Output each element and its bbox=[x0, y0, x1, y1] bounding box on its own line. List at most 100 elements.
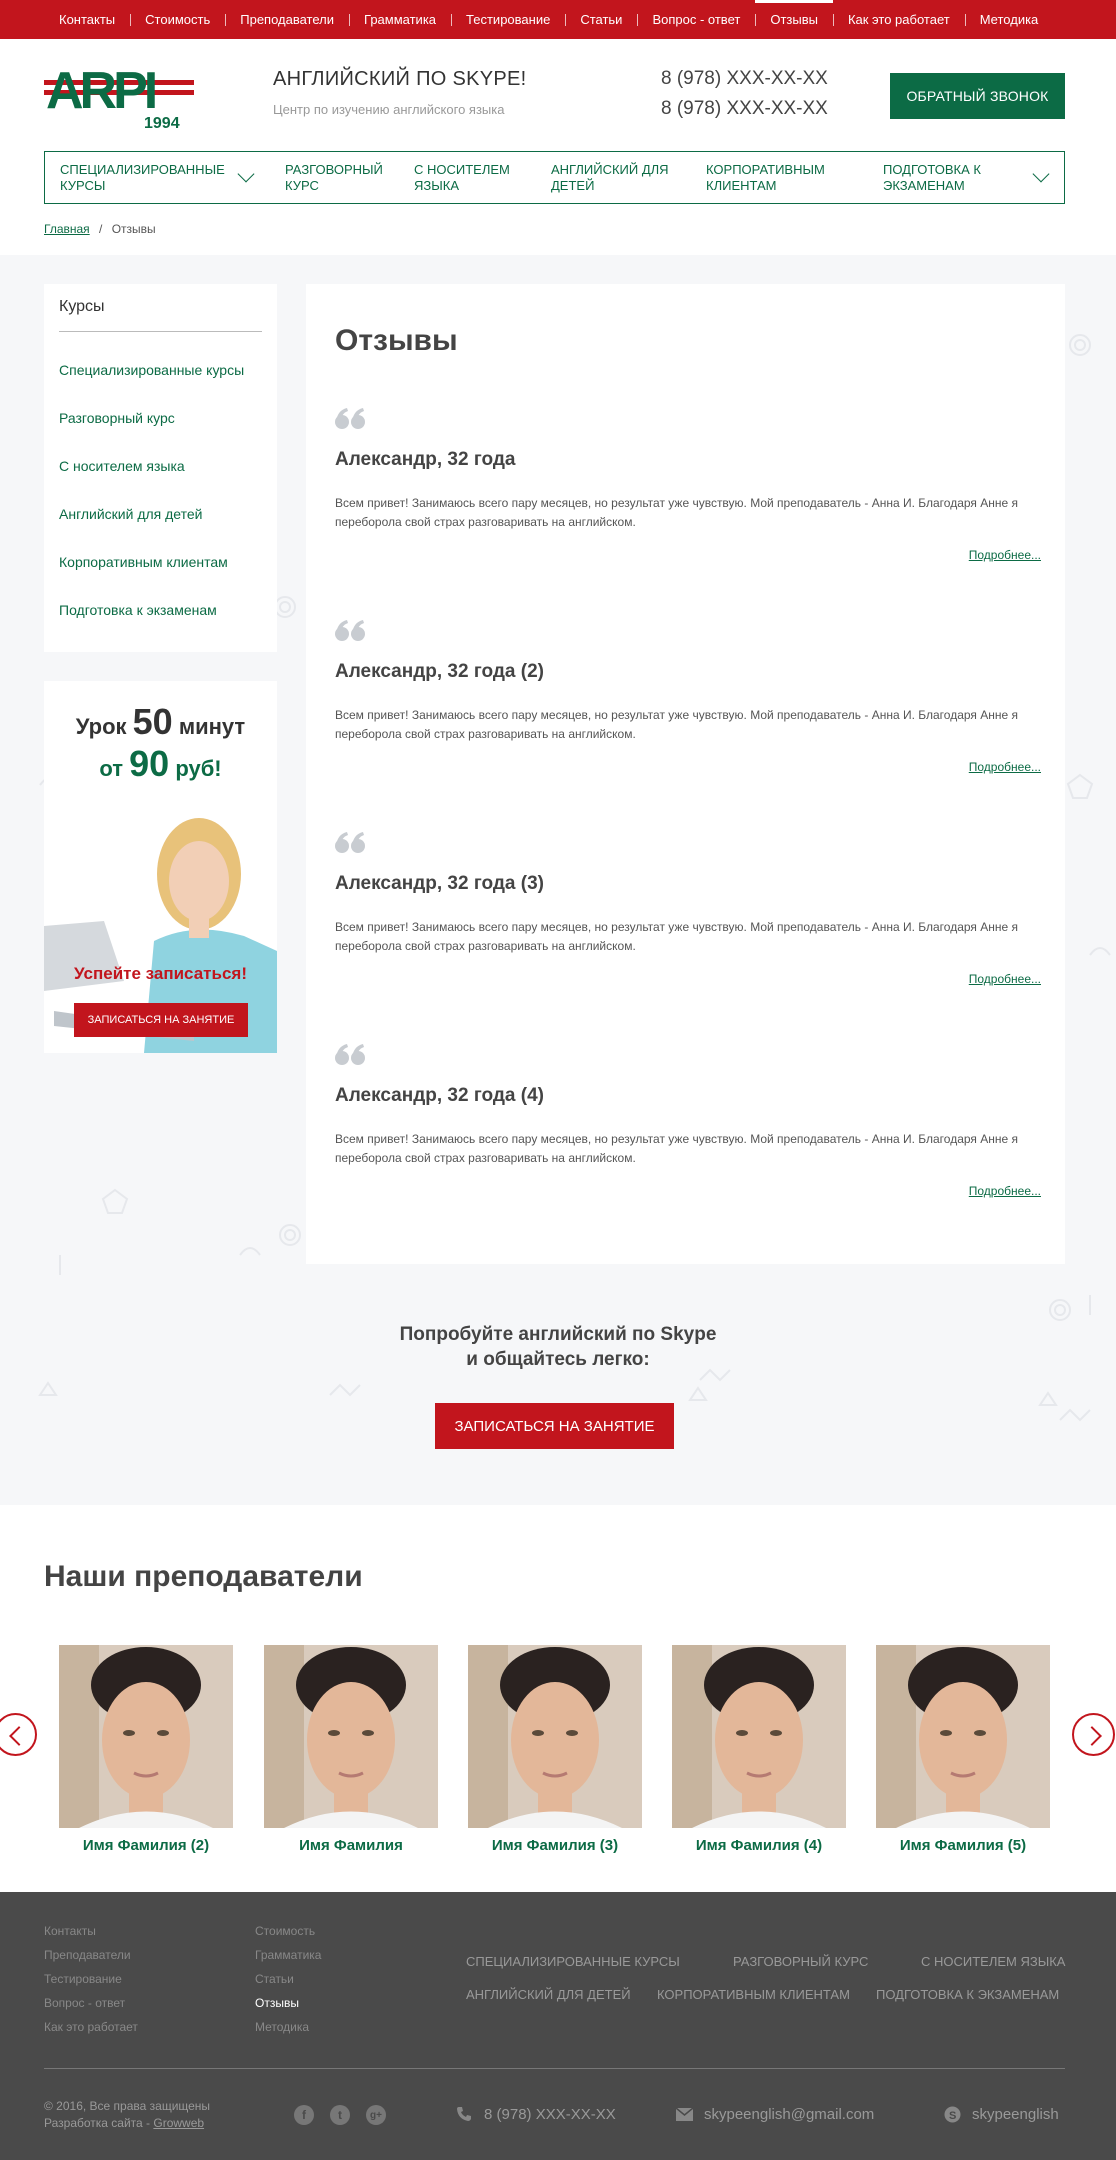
footer-link-testing[interactable]: Тестирование bbox=[44, 1972, 122, 1986]
page-title: Отзывы bbox=[335, 324, 458, 357]
facebook-icon[interactable]: f bbox=[294, 2105, 314, 2125]
site-logo[interactable]: ARPI 1994 bbox=[44, 58, 206, 132]
quote-icon bbox=[335, 832, 365, 853]
footer-divider bbox=[44, 2068, 1065, 2069]
footer-link-grammar[interactable]: Грамматика bbox=[255, 1948, 321, 1962]
teacher-name[interactable]: Имя Фамилия (2) bbox=[39, 1837, 253, 1854]
footer-link-articles[interactable]: Статьи bbox=[255, 1972, 294, 1986]
topnav-method[interactable]: Методика bbox=[964, 0, 1054, 39]
footer-course-corporate[interactable]: Корпоративным клиентам bbox=[657, 1987, 850, 2002]
header-phone-1[interactable]: 8 (978) XXX-XX-XX bbox=[661, 68, 828, 90]
topnav-articles[interactable]: Статьи bbox=[565, 0, 637, 39]
footer-link-method[interactable]: Методика bbox=[255, 2020, 309, 2034]
footer-course-conversational[interactable]: Разговорный курс bbox=[733, 1954, 868, 1969]
review-item: Александр, 32 года Всем привет! Занимаюс… bbox=[335, 408, 1041, 608]
topnav-grammar[interactable]: Грамматика bbox=[349, 0, 451, 39]
sidebar-item-specialized[interactable]: Специализированные курсы bbox=[59, 362, 244, 378]
review-more-link[interactable]: Подробнее... bbox=[969, 548, 1041, 562]
promo-headline: Урок 50 минут bbox=[75, 701, 246, 742]
teacher-name[interactable]: Имя Фамилия (4) bbox=[652, 1837, 866, 1854]
review-author: Александр, 32 года (2) bbox=[335, 661, 544, 682]
twitter-icon[interactable]: t bbox=[330, 2105, 350, 2125]
sidebar-item-exams[interactable]: Подготовка к экзаменам bbox=[59, 602, 217, 618]
site-subtitle: Центр по изучению английского языка bbox=[273, 102, 505, 117]
logo-text: ARPI bbox=[46, 62, 155, 120]
teacher-name[interactable]: Имя Фамилия (5) bbox=[856, 1837, 1070, 1854]
mainnav-kids[interactable]: Английский для детей bbox=[551, 152, 669, 203]
sidebar-item-kids[interactable]: Английский для детей bbox=[59, 506, 203, 522]
callback-button[interactable]: ОБРАТНЫЙ ЗВОНОК bbox=[890, 73, 1065, 119]
topnav-reviews[interactable]: Отзывы bbox=[755, 0, 833, 39]
footer-course-exams[interactable]: Подготовка к экзаменам bbox=[876, 1987, 1059, 2002]
teacher-photo[interactable] bbox=[468, 1645, 642, 1828]
sidebar-title: Курсы bbox=[59, 298, 105, 315]
footer-course-kids[interactable]: Английский для детей bbox=[466, 1987, 631, 2002]
quote-icon bbox=[335, 408, 365, 429]
top-nav: Контакты Стоимость Преподаватели Граммат… bbox=[44, 0, 1053, 39]
promo-signup-button[interactable]: ЗАПИСАТЬСЯ НА ЗАНЯТИЕ bbox=[74, 1003, 248, 1037]
review-more-link[interactable]: Подробнее... bbox=[969, 972, 1041, 986]
teacher-name[interactable]: Имя Фамилия (3) bbox=[448, 1837, 662, 1854]
skype-icon: S bbox=[944, 2106, 961, 2123]
quote-icon bbox=[335, 1044, 365, 1065]
topnav-testing[interactable]: Тестирование bbox=[451, 0, 565, 39]
teacher-photo[interactable] bbox=[264, 1645, 438, 1828]
review-more-link[interactable]: Подробнее... bbox=[969, 760, 1041, 774]
teachers-heading: Наши преподаватели bbox=[44, 1560, 363, 1593]
teacher-name[interactable]: Имя Фамилия bbox=[244, 1837, 458, 1854]
review-text: Всем привет! Занимаюсь всего пару месяце… bbox=[335, 496, 1018, 529]
footer-email[interactable]: skypeenglish@gmail.com bbox=[704, 2106, 874, 2123]
sidebar-item-corporate[interactable]: Корпоративным клиентам bbox=[59, 554, 228, 570]
review-item: Александр, 32 года (2) Всем привет! Зани… bbox=[335, 620, 1041, 820]
teacher-photo[interactable] bbox=[59, 1645, 233, 1828]
chevron-down-icon[interactable] bbox=[237, 165, 255, 183]
review-item: Александр, 32 года (4) Всем привет! Зани… bbox=[335, 1044, 1041, 1244]
footer-link-reviews[interactable]: Отзывы bbox=[255, 1996, 299, 2010]
top-bar: Контакты Стоимость Преподаватели Граммат… bbox=[0, 0, 1116, 39]
review-author: Александр, 32 года (3) bbox=[335, 873, 544, 894]
footer-link-faq[interactable]: Вопрос - ответ bbox=[44, 1996, 125, 2010]
promo-price: от 90 руб! bbox=[99, 743, 222, 784]
review-text: Всем привет! Занимаюсь всего пару месяце… bbox=[335, 920, 1018, 953]
mainnav-specialized[interactable]: Специализированные курсы bbox=[60, 152, 225, 203]
footer: Контакты Преподаватели Тестирование Вопр… bbox=[0, 1892, 1116, 2160]
review-author: Александр, 32 года (4) bbox=[335, 1085, 544, 1106]
breadcrumb-home[interactable]: Главная bbox=[44, 222, 90, 236]
phone-icon bbox=[457, 2107, 471, 2121]
google-plus-icon[interactable]: g+ bbox=[366, 2105, 386, 2125]
footer-course-native[interactable]: С носителем языка bbox=[921, 1954, 1065, 1969]
footer-link-contacts[interactable]: Контакты bbox=[44, 1924, 96, 1938]
footer-course-specialized[interactable]: Специализированные курсы bbox=[466, 1954, 680, 1969]
header-phone-2[interactable]: 8 (978) XXX-XX-XX bbox=[661, 98, 828, 120]
carousel-prev-arrow-icon[interactable] bbox=[0, 1713, 37, 1756]
breadcrumb: Главная / Отзывы bbox=[44, 222, 156, 236]
teacher-photo[interactable] bbox=[672, 1645, 846, 1828]
topnav-teachers[interactable]: Преподаватели bbox=[225, 0, 349, 39]
sidebar-item-conversational[interactable]: Разговорный курс bbox=[59, 410, 175, 426]
teacher-photo[interactable] bbox=[876, 1645, 1050, 1828]
trial-heading: Попробуйте английский по Skype и общайтес… bbox=[399, 1324, 717, 1370]
sidebar-item-native[interactable]: С носителем языка bbox=[59, 458, 185, 474]
topnav-how-it-works[interactable]: Как это работает bbox=[832, 0, 965, 39]
footer-link-pricing[interactable]: Стоимость bbox=[255, 1924, 315, 1938]
review-text: Всем привет! Занимаюсь всего пару месяце… bbox=[335, 708, 1018, 741]
mainnav-corporate[interactable]: Корпоративным клиентам bbox=[706, 152, 825, 203]
topnav-faq[interactable]: Вопрос - ответ bbox=[637, 0, 755, 39]
sidebar-divider bbox=[59, 331, 262, 332]
developer-link[interactable]: Growweb bbox=[153, 2116, 204, 2130]
review-more-link[interactable]: Подробнее... bbox=[969, 1184, 1041, 1198]
footer-link-how-it-works[interactable]: Как это работает bbox=[44, 2020, 138, 2034]
footer-link-teachers[interactable]: Преподаватели bbox=[44, 1948, 131, 1962]
logo-year: 1994 bbox=[144, 115, 180, 132]
topnav-pricing[interactable]: Стоимость bbox=[130, 0, 225, 39]
mainnav-native[interactable]: С носителем языка bbox=[414, 152, 510, 203]
mainnav-exams[interactable]: Подготовка к экзаменам bbox=[883, 152, 981, 203]
footer-phone[interactable]: 8 (978) XXX-XX-XX bbox=[484, 2106, 616, 2123]
trial-signup-button[interactable]: ЗАПИСАТЬСЯ НА ЗАНЯТИЕ bbox=[435, 1403, 674, 1449]
mainnav-conversational[interactable]: Разговорный курс bbox=[285, 152, 383, 203]
topnav-contacts[interactable]: Контакты bbox=[44, 0, 130, 39]
footer-skype[interactable]: skypeenglish bbox=[972, 2106, 1059, 2123]
carousel-next-arrow-icon[interactable] bbox=[1072, 1713, 1115, 1756]
chevron-down-icon[interactable] bbox=[1032, 165, 1050, 183]
breadcrumb-current: Отзывы bbox=[111, 222, 156, 236]
